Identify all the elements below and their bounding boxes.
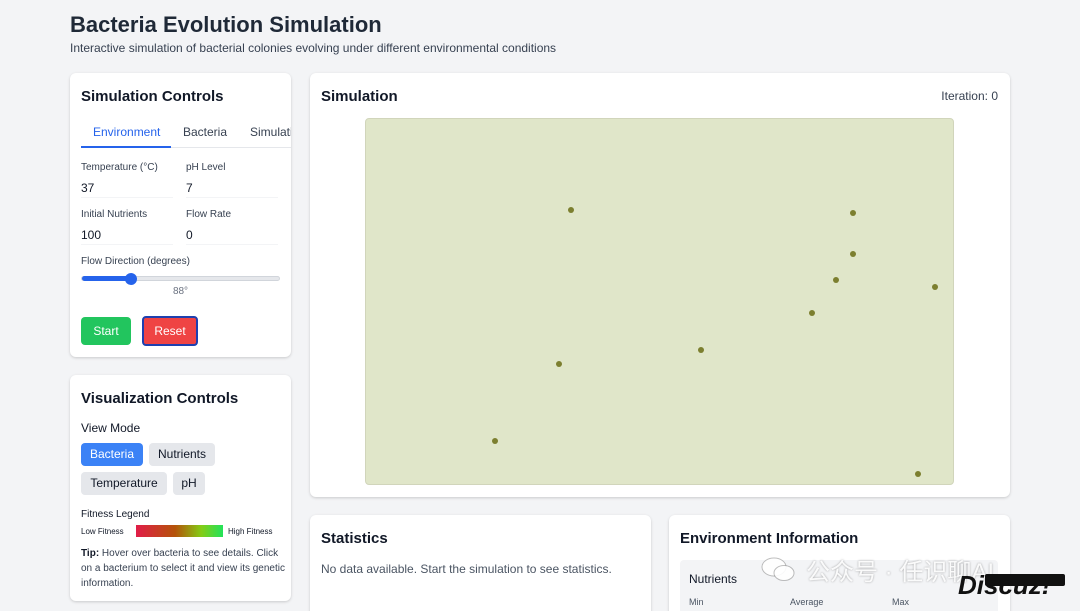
environment-information-title: Environment Information <box>680 530 859 547</box>
nutrients-min-header: Min <box>689 597 704 607</box>
flow-direction-slider-fill <box>82 276 131 281</box>
bacterium[interactable] <box>850 251 856 257</box>
simulation-title: Simulation <box>321 88 398 105</box>
flow-direction-label: Flow Direction (degrees) <box>81 256 190 267</box>
flow-direction-value: 88° <box>172 286 189 297</box>
low-fitness-label: Low Fitness <box>81 527 124 536</box>
tip-label: Tip: <box>81 548 100 559</box>
simulation-panel: Simulation Iteration: 0 <box>310 73 1010 497</box>
statistics-empty-message: No data available. Start the simulation … <box>321 562 612 576</box>
view-mode-ph-button[interactable]: pH <box>173 472 205 495</box>
bacterium[interactable] <box>932 284 938 290</box>
view-mode-bacteria-button[interactable]: Bacteria <box>81 443 143 466</box>
page-title: Bacteria Evolution Simulation <box>70 12 382 37</box>
nutrients-max-header: Max <box>892 597 910 607</box>
flow-direction-slider-thumb[interactable] <box>125 273 137 285</box>
tab-environment[interactable]: Environment <box>81 122 171 148</box>
watermark-logo: Discuz! <box>958 570 1051 600</box>
flow-rate-input[interactable] <box>186 225 278 245</box>
temperature-input[interactable] <box>81 178 173 198</box>
simulation-canvas[interactable] <box>365 118 954 485</box>
nutrients-info-title: Nutrients <box>689 572 738 586</box>
bacterium[interactable] <box>568 207 574 213</box>
reset-button[interactable]: Reset <box>142 316 198 346</box>
high-fitness-label: High Fitness <box>228 527 273 536</box>
bacterium[interactable] <box>850 210 856 216</box>
tip-text: Tip: Hover over bacteria to see details.… <box>81 546 286 591</box>
bacterium[interactable] <box>492 438 498 444</box>
bacterium[interactable] <box>556 361 562 367</box>
flow-direction-slider[interactable] <box>81 273 280 285</box>
page-subtitle: Interactive simulation of bacterial colo… <box>70 41 557 55</box>
initial-nutrients-label: Initial Nutrients <box>81 209 148 220</box>
visualization-controls-title: Visualization Controls <box>81 390 239 407</box>
wechat-icon <box>761 557 795 581</box>
bacterium[interactable] <box>698 347 704 353</box>
ph-label: pH Level <box>186 162 226 173</box>
bacterium[interactable] <box>915 471 921 477</box>
simulation-controls-title: Simulation Controls <box>81 88 224 105</box>
simulation-controls-panel: Simulation Controls Environment Bacteria… <box>70 73 291 357</box>
statistics-title: Statistics <box>321 530 388 547</box>
start-button[interactable]: Start <box>81 317 131 345</box>
bacterium[interactable] <box>833 277 839 283</box>
fitness-legend-title: Fitness Legend <box>81 509 150 520</box>
tab-bacteria[interactable]: Bacteria <box>183 122 227 148</box>
bacterium[interactable] <box>809 310 815 316</box>
view-mode-nutrients-button[interactable]: Nutrients <box>149 443 215 466</box>
tip-body: Hover over bacteria to see details. Clic… <box>81 548 285 589</box>
view-mode-temperature-button[interactable]: Temperature <box>81 472 167 495</box>
fitness-gradient-bar <box>136 525 223 537</box>
nutrients-average-header: Average <box>790 597 824 607</box>
controls-tabs: Environment Bacteria Simulation <box>81 122 291 148</box>
tab-simulation[interactable]: Simulation <box>250 122 291 148</box>
visualization-controls-panel: Visualization Controls View Mode Bacteri… <box>70 375 291 601</box>
statistics-panel: Statistics No data available. Start the … <box>310 515 651 611</box>
ph-input[interactable] <box>186 178 278 198</box>
iteration-counter: Iteration: 0 <box>941 89 998 103</box>
flow-rate-label: Flow Rate <box>186 209 232 220</box>
temperature-label: Temperature (°C) <box>81 162 158 173</box>
initial-nutrients-input[interactable] <box>81 225 173 245</box>
view-mode-label: View Mode <box>81 421 141 435</box>
